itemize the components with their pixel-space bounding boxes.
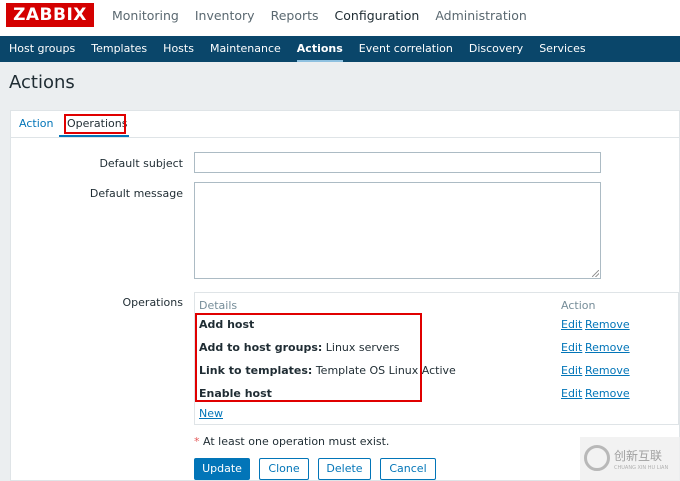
remove-link[interactable]: Remove bbox=[585, 387, 630, 400]
operations-col-details: Details bbox=[199, 299, 238, 312]
tab-action[interactable]: Action bbox=[19, 117, 53, 130]
operations-highlight-box bbox=[195, 313, 422, 402]
watermark-logo-icon bbox=[584, 445, 610, 471]
edit-link[interactable]: Edit bbox=[561, 387, 582, 400]
operations-label: Operations bbox=[122, 296, 183, 309]
action-form-card: Action Operations Default subject Defaul… bbox=[10, 110, 680, 481]
tab-bar: Action Operations bbox=[11, 111, 680, 138]
sub-nav-bar: Host groups Templates Hosts Maintenance … bbox=[0, 36, 680, 62]
sub-nav-host-groups[interactable]: Host groups bbox=[1, 36, 83, 62]
operations-required-note: * At least one operation must exist. bbox=[194, 435, 389, 448]
main-nav-configuration[interactable]: Configuration bbox=[327, 0, 428, 36]
sub-nav: Host groups Templates Hosts Maintenance … bbox=[0, 36, 680, 62]
operations-col-action: Action bbox=[561, 299, 596, 312]
active-tab-indicator bbox=[59, 135, 129, 137]
sub-nav-event-correlation[interactable]: Event correlation bbox=[351, 36, 461, 62]
main-nav-monitoring[interactable]: Monitoring bbox=[104, 0, 187, 36]
sub-nav-actions[interactable]: Actions bbox=[289, 36, 351, 62]
default-subject-label: Default subject bbox=[99, 157, 183, 170]
resize-grip-icon[interactable] bbox=[592, 270, 599, 277]
main-nav: Monitoring Inventory Reports Configurati… bbox=[104, 0, 535, 36]
remove-link[interactable]: Remove bbox=[585, 341, 630, 354]
page-title: Actions bbox=[9, 72, 75, 93]
cancel-button[interactable]: Cancel bbox=[380, 458, 436, 480]
update-button[interactable]: Update bbox=[194, 458, 250, 480]
main-nav-reports[interactable]: Reports bbox=[263, 0, 327, 36]
default-subject-input[interactable] bbox=[194, 152, 601, 173]
main-nav-inventory[interactable]: Inventory bbox=[187, 0, 263, 36]
sub-nav-hosts[interactable]: Hosts bbox=[155, 36, 202, 62]
clone-button[interactable]: Clone bbox=[259, 458, 309, 480]
sub-nav-discovery[interactable]: Discovery bbox=[461, 36, 531, 62]
remove-link[interactable]: Remove bbox=[585, 364, 630, 377]
default-message-textarea[interactable] bbox=[194, 182, 601, 279]
new-operation-link[interactable]: New bbox=[199, 407, 223, 420]
operations-table: Details Action Add host Edit Remove Add … bbox=[194, 292, 679, 425]
operations-tab-highlight-box bbox=[64, 114, 126, 134]
edit-link[interactable]: Edit bbox=[561, 341, 582, 354]
default-message-label: Default message bbox=[89, 187, 183, 200]
zabbix-logo[interactable]: ZABBIX bbox=[6, 3, 94, 27]
edit-link[interactable]: Edit bbox=[561, 364, 582, 377]
remove-link[interactable]: Remove bbox=[585, 318, 630, 331]
watermark-subtext: CHUANG XIN HU LIAN bbox=[614, 465, 669, 471]
top-header: ZABBIX Monitoring Inventory Reports Conf… bbox=[0, 0, 680, 36]
watermark: 创新互联 CHUANG XIN HU LIAN bbox=[580, 437, 680, 481]
delete-button[interactable]: Delete bbox=[318, 458, 371, 480]
main-nav-administration[interactable]: Administration bbox=[427, 0, 534, 36]
sub-nav-services[interactable]: Services bbox=[531, 36, 593, 62]
watermark-text: 创新互联 bbox=[614, 449, 663, 463]
sub-nav-maintenance[interactable]: Maintenance bbox=[202, 36, 289, 62]
required-note-text: At least one operation must exist. bbox=[199, 435, 390, 448]
edit-link[interactable]: Edit bbox=[561, 318, 582, 331]
sub-nav-templates[interactable]: Templates bbox=[83, 36, 155, 62]
